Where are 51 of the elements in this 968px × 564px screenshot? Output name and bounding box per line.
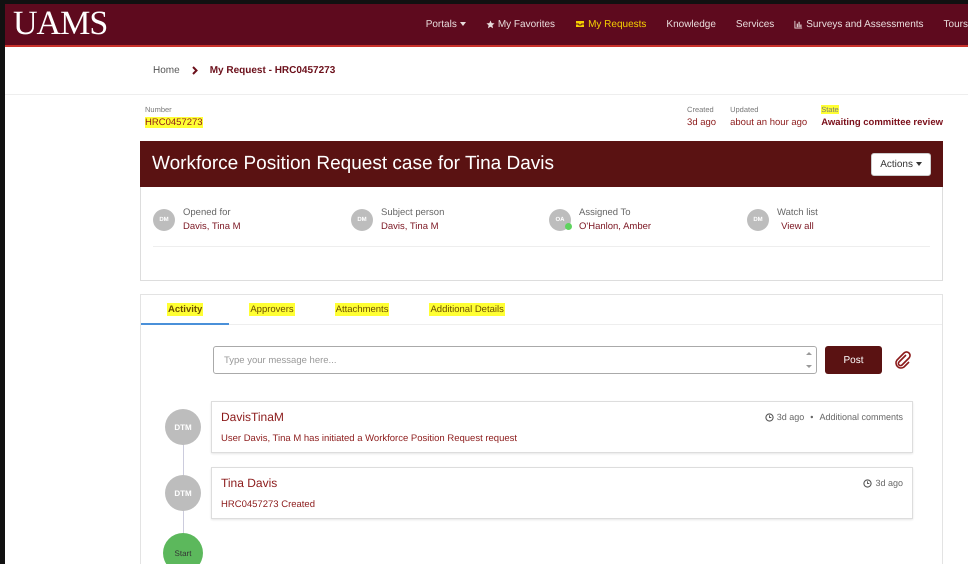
- field-value: 3d ago: [687, 117, 716, 128]
- separator-dot: •: [810, 412, 814, 422]
- chevron-right-icon: [192, 66, 198, 75]
- breadcrumb-link[interactable]: Home: [153, 64, 180, 76]
- tab[interactable]: Approvers: [229, 295, 315, 325]
- field-value: about an hour ago: [730, 117, 808, 128]
- person-link[interactable]: Davis, Tina M: [183, 221, 241, 232]
- person-label: Assigned To: [579, 207, 631, 218]
- nav-link[interactable]: Portals: [426, 18, 466, 30]
- logo[interactable]: UAMS: [13, 5, 108, 44]
- start-node: Start: [163, 533, 203, 564]
- caret-icon: [916, 162, 922, 166]
- post-button[interactable]: Post: [825, 346, 882, 374]
- nav-link[interactable]: Services: [736, 18, 774, 30]
- avatar: DTM: [165, 475, 201, 511]
- message-field[interactable]: Type your message here...: [213, 346, 817, 374]
- breadcrumb-current: My Request - HRC0457273: [210, 64, 336, 76]
- person-link[interactable]: View all: [781, 221, 814, 232]
- entry-author: DavisTinaM: [221, 410, 284, 424]
- nav-link[interactable]: My Favorites: [486, 18, 556, 30]
- entry-type: Additional comments: [819, 412, 903, 422]
- clock-icon: [764, 412, 774, 422]
- clock-icon: [863, 478, 872, 488]
- inbox-icon: [575, 20, 586, 28]
- entry-author: Tina Davis: [221, 476, 278, 490]
- paperclip-icon[interactable]: [894, 351, 912, 369]
- nav-link[interactable]: Surveys and Assessments: [794, 18, 924, 30]
- caret-icon: [460, 22, 466, 26]
- actions-button[interactable]: Actions: [871, 152, 931, 176]
- tab[interactable]: Additional Details: [409, 295, 525, 325]
- entry-text: User Davis, Tina M has initiated a Workforce Position Request request: [221, 433, 518, 444]
- tab[interactable]: Attachments: [314, 295, 410, 325]
- person-label: Watch list: [777, 207, 818, 218]
- person-link[interactable]: Davis, Tina M: [381, 221, 439, 232]
- person-link[interactable]: O'Hanlon, Amber: [579, 221, 652, 232]
- person-label: Opened for: [183, 207, 231, 218]
- entry-time: 3d ago: [776, 412, 804, 422]
- spinner-arrows-icon: [806, 350, 812, 370]
- nav-link[interactable]: My Requests: [575, 18, 646, 30]
- star-icon: [486, 20, 495, 29]
- record-number: HRC0457273: [145, 117, 203, 128]
- avatar: DTM: [165, 409, 201, 445]
- tab[interactable]: Activity: [141, 295, 230, 325]
- field-value: Awaiting committee review: [821, 117, 943, 128]
- bar-chart-icon: [794, 20, 804, 29]
- entry-text: HRC0457273 Created: [221, 499, 316, 510]
- nav-link[interactable]: Tours: [944, 18, 968, 30]
- person-label: Subject person: [381, 207, 444, 218]
- entry-time: 3d ago: [875, 478, 903, 488]
- nav-link[interactable]: Knowledge: [666, 18, 716, 30]
- case-title: Workforce Position Request case for Tina Davis: [152, 153, 554, 175]
